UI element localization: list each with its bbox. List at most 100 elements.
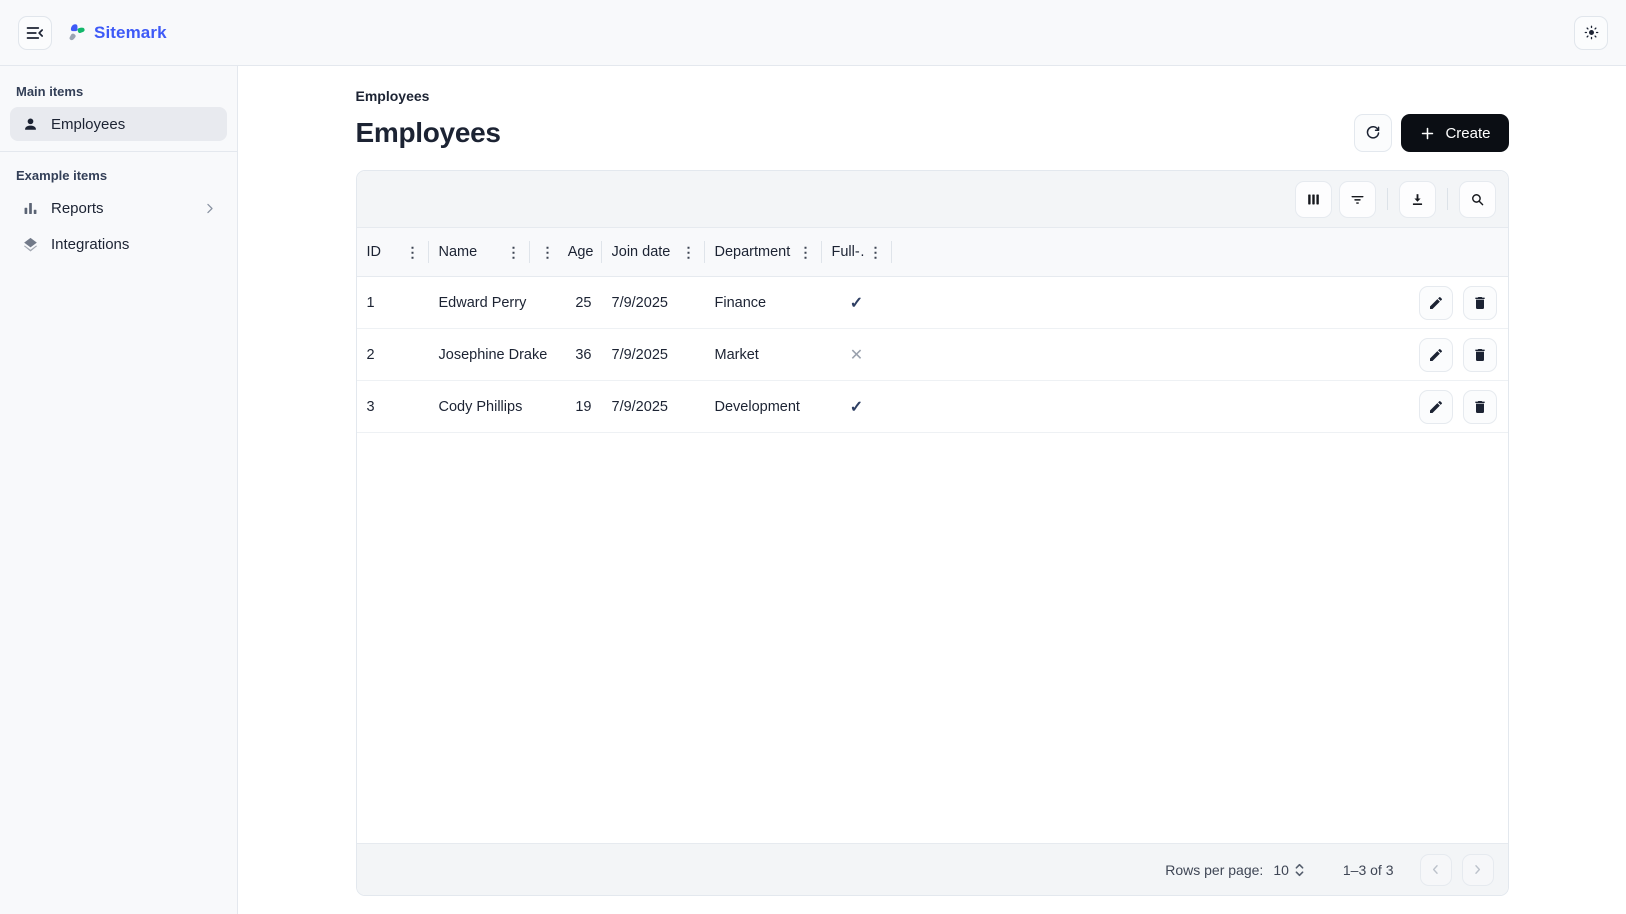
toolbar-divider (1447, 188, 1448, 210)
column-label: ID (367, 244, 401, 260)
filter-button[interactable] (1339, 181, 1376, 218)
column-menu-icon[interactable]: ⋮ (540, 242, 556, 262)
data-grid: ID ⋮ Name ⋮ ⋮ Age Join date (356, 170, 1509, 896)
export-button[interactable] (1399, 181, 1436, 218)
column-header-full-time[interactable]: Full-… ⋮ (822, 228, 892, 276)
rows-per-page-value: 10 (1273, 862, 1289, 878)
columns-icon (1305, 191, 1322, 208)
menu-collapse-icon (25, 23, 45, 43)
cell-name: Cody Phillips (429, 399, 530, 415)
filter-icon (1349, 191, 1366, 208)
sitemark-logo-icon (66, 22, 87, 43)
bar-chart-icon (20, 199, 40, 218)
column-label: Department (715, 244, 794, 260)
search-button[interactable] (1459, 181, 1496, 218)
edit-button[interactable] (1419, 390, 1453, 424)
delete-button[interactable] (1463, 338, 1497, 372)
column-header-join-date[interactable]: Join date ⋮ (602, 228, 705, 276)
table-row[interactable]: 2 Josephine Drake 36 7/9/2025 Market ✕ (357, 329, 1508, 381)
sidebar-item-reports[interactable]: Reports (10, 191, 227, 225)
cell-age: 25 (530, 295, 602, 311)
sidebar-item-label: Integrations (51, 236, 129, 253)
sidebar-collapse-button[interactable] (18, 16, 52, 50)
main-area: Employees Employees (238, 66, 1626, 914)
layers-icon (20, 235, 40, 254)
sidebar-item-integrations[interactable]: Integrations (10, 227, 227, 261)
previous-page-button[interactable] (1420, 854, 1452, 886)
grid-toolbar (357, 171, 1508, 227)
sidebar-section-example-items: Example items (0, 164, 237, 189)
create-button-label: Create (1445, 125, 1490, 142)
theme-toggle-button[interactable] (1574, 16, 1608, 50)
column-header-age[interactable]: ⋮ Age (530, 228, 602, 276)
brand-logo[interactable]: Sitemark (66, 22, 167, 43)
plus-icon (1419, 125, 1436, 142)
chevron-left-icon (1428, 862, 1443, 877)
cell-join-date: 7/9/2025 (602, 399, 705, 415)
next-page-button[interactable] (1462, 854, 1494, 886)
column-menu-icon[interactable]: ⋮ (868, 242, 884, 262)
pencil-icon (1428, 347, 1444, 363)
trash-icon (1472, 399, 1488, 415)
column-header-id[interactable]: ID ⋮ (357, 228, 429, 276)
breadcrumb: Employees (356, 88, 1509, 104)
cell-join-date: 7/9/2025 (602, 295, 705, 311)
sidebar-divider (0, 151, 237, 152)
create-button[interactable]: Create (1401, 114, 1508, 152)
table-row[interactable]: 3 Cody Phillips 19 7/9/2025 Development … (357, 381, 1508, 433)
column-label: Full-… (832, 244, 864, 260)
cell-full-time cross-icon: ✕ (822, 345, 892, 365)
chevron-right-icon (202, 201, 217, 216)
delete-button[interactable] (1463, 286, 1497, 320)
cell-full-time check-icon: ✓ (822, 293, 892, 313)
cell-age: 36 (530, 347, 602, 363)
cell-id: 3 (357, 399, 429, 415)
sidebar-item-employees[interactable]: Employees (10, 107, 227, 141)
column-label: Join date (612, 244, 677, 260)
cell-join-date: 7/9/2025 (602, 347, 705, 363)
column-menu-icon[interactable]: ⋮ (798, 242, 814, 262)
column-menu-icon[interactable]: ⋮ (405, 242, 421, 262)
cell-department: Market (705, 347, 822, 363)
grid-footer: Rows per page: 10 1–3 of 3 (357, 843, 1508, 895)
refresh-icon (1364, 124, 1382, 142)
sidebar-section-main-items: Main items (0, 80, 237, 105)
grid-header-row: ID ⋮ Name ⋮ ⋮ Age Join date (357, 227, 1508, 277)
edit-button[interactable] (1419, 338, 1453, 372)
table-row[interactable]: 1 Edward Perry 25 7/9/2025 Finance ✓ (357, 277, 1508, 329)
column-header-department[interactable]: Department ⋮ (705, 228, 822, 276)
cell-name: Edward Perry (429, 295, 530, 311)
column-menu-icon[interactable]: ⋮ (506, 242, 522, 262)
sidebar-item-label: Employees (51, 116, 125, 133)
pagination-range: 1–3 of 3 (1343, 862, 1394, 878)
cell-id: 2 (357, 347, 429, 363)
edit-button[interactable] (1419, 286, 1453, 320)
search-icon (1469, 191, 1486, 208)
pencil-icon (1428, 399, 1444, 415)
rows-per-page-select[interactable]: 10 (1273, 862, 1305, 878)
columns-button[interactable] (1295, 181, 1332, 218)
trash-icon (1472, 295, 1488, 311)
page-title: Employees (356, 117, 501, 149)
toolbar-divider (1387, 188, 1388, 210)
column-header-spacer (892, 228, 1508, 276)
sidebar-item-label: Reports (51, 200, 191, 217)
delete-button[interactable] (1463, 390, 1497, 424)
column-menu-icon[interactable]: ⋮ (681, 242, 697, 262)
stepper-icon (1294, 862, 1305, 878)
download-icon (1409, 191, 1426, 208)
cell-full-time check-icon: ✓ (822, 397, 892, 417)
column-label: Name (439, 244, 502, 260)
cell-age: 19 (530, 399, 602, 415)
trash-icon (1472, 347, 1488, 363)
refresh-button[interactable] (1354, 114, 1392, 152)
chevron-right-icon (1470, 862, 1485, 877)
grid-empty-area (357, 433, 1508, 843)
top-bar: Sitemark (0, 0, 1626, 66)
logo-text: Sitemark (94, 23, 167, 43)
column-header-name[interactable]: Name ⋮ (429, 228, 530, 276)
rows-per-page-label: Rows per page: (1165, 862, 1263, 878)
cell-id: 1 (357, 295, 429, 311)
app-window: Sitemark Main items (0, 0, 1626, 914)
cell-department: Development (705, 399, 822, 415)
